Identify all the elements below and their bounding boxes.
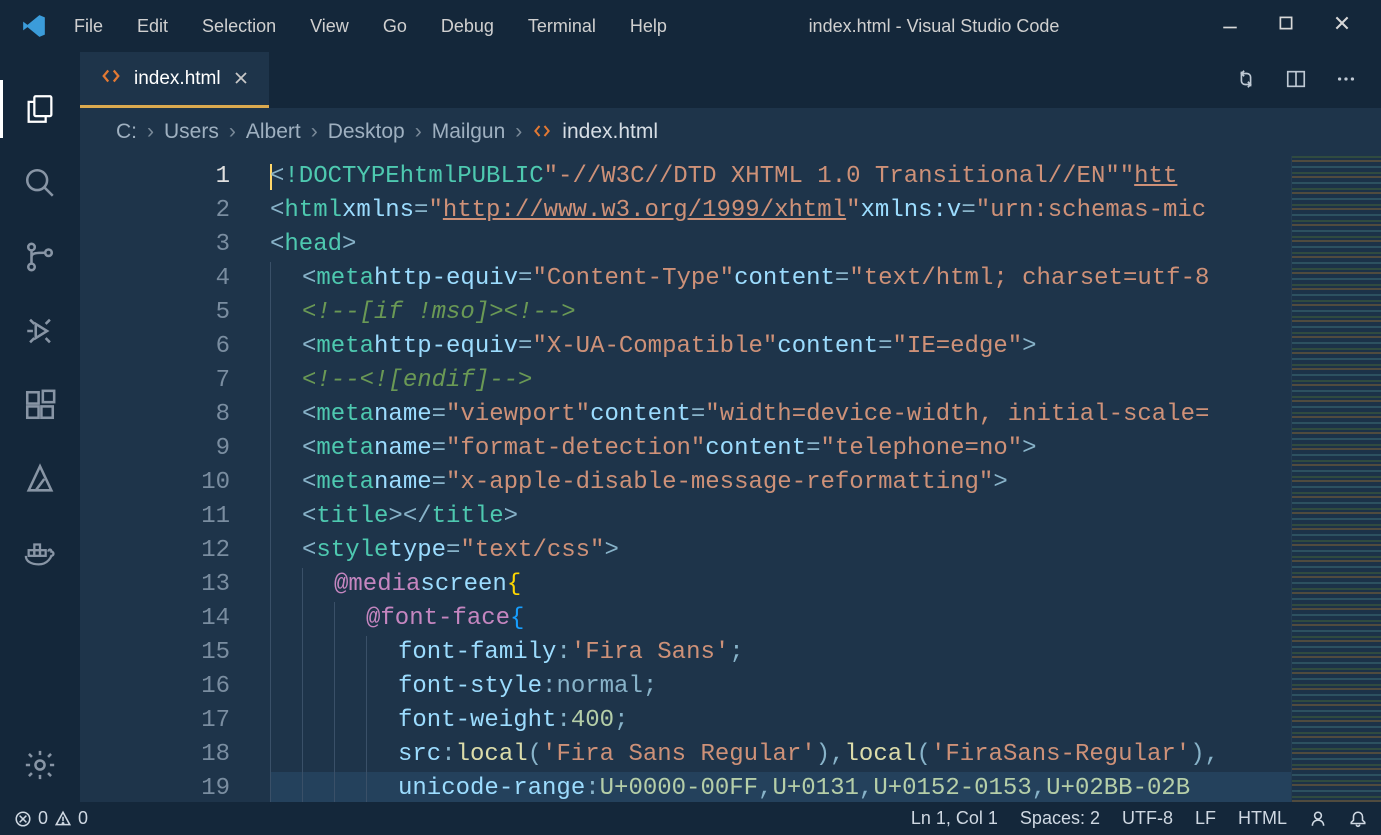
code-line[interactable]: <!--[if !mso]><!--> bbox=[270, 296, 1291, 330]
breadcrumb-segment[interactable]: Users bbox=[164, 120, 219, 144]
explorer-icon[interactable] bbox=[0, 72, 80, 146]
code-line[interactable]: <!DOCTYPE html PUBLIC "-//W3C//DTD XHTML… bbox=[270, 160, 1291, 194]
code-line[interactable]: @font-face { bbox=[270, 602, 1291, 636]
code-line[interactable]: <title></title> bbox=[270, 500, 1291, 534]
code-line[interactable]: font-family: 'Fira Sans'; bbox=[270, 636, 1291, 670]
chevron-right-icon: › bbox=[229, 120, 236, 144]
code-line[interactable]: <!--<![endif]--> bbox=[270, 364, 1291, 398]
menu-item-view[interactable]: View bbox=[310, 16, 349, 37]
code-line[interactable]: <meta name="x-apple-disable-message-refo… bbox=[270, 466, 1291, 500]
html-file-icon bbox=[100, 65, 122, 93]
line-number: 3 bbox=[80, 228, 230, 262]
split-editor-icon[interactable] bbox=[1285, 68, 1307, 93]
code-line[interactable]: font-style: normal; bbox=[270, 670, 1291, 704]
chevron-right-icon: › bbox=[147, 120, 154, 144]
line-number: 1 bbox=[80, 160, 230, 194]
menu-item-terminal[interactable]: Terminal bbox=[528, 16, 596, 37]
code-line[interactable]: <html xmlns="http://www.w3.org/1999/xhtm… bbox=[270, 194, 1291, 228]
maximize-button[interactable] bbox=[1277, 14, 1295, 38]
line-number: 13 bbox=[80, 568, 230, 602]
tab-label: index.html bbox=[134, 68, 221, 90]
source-control-icon[interactable] bbox=[0, 220, 80, 294]
line-number-gutter: 12345678910111213141516171819 bbox=[80, 156, 270, 802]
line-number: 2 bbox=[80, 194, 230, 228]
code-line[interactable]: <meta name="format-detection" content="t… bbox=[270, 432, 1291, 466]
encoding-status[interactable]: UTF-8 bbox=[1122, 808, 1173, 829]
chevron-right-icon: › bbox=[415, 120, 422, 144]
chevron-right-icon: › bbox=[311, 120, 318, 144]
code-line[interactable]: <meta http-equiv="Content-Type" content=… bbox=[270, 262, 1291, 296]
language-mode[interactable]: HTML bbox=[1238, 808, 1287, 829]
line-number: 12 bbox=[80, 534, 230, 568]
azure-icon[interactable] bbox=[0, 442, 80, 516]
docker-icon[interactable] bbox=[0, 516, 80, 590]
menu-item-go[interactable]: Go bbox=[383, 16, 407, 37]
line-number: 14 bbox=[80, 602, 230, 636]
chevron-right-icon: › bbox=[515, 120, 522, 144]
menu-item-debug[interactable]: Debug bbox=[441, 16, 494, 37]
title-bar: File Edit Selection View Go Debug Terminal Help… bbox=[0, 0, 1381, 52]
code-line[interactable]: <style type="text/css"> bbox=[270, 534, 1291, 568]
line-number: 4 bbox=[80, 262, 230, 296]
compare-changes-icon[interactable] bbox=[1235, 68, 1257, 93]
error-count: 0 bbox=[38, 808, 48, 829]
code-editor[interactable]: <!DOCTYPE html PUBLIC "-//W3C//DTD XHTML… bbox=[270, 156, 1291, 802]
line-number: 18 bbox=[80, 738, 230, 772]
code-line[interactable]: unicode-range: U+0000-00FF, U+0131, U+01… bbox=[270, 772, 1291, 802]
activity-bar bbox=[0, 52, 80, 802]
editor-area: index.html C: › Users › Albert › Desktop › Mailg… bbox=[80, 52, 1381, 802]
breadcrumb-file[interactable]: index.html bbox=[562, 120, 658, 144]
window-title: index.html - Visual Studio Code bbox=[667, 16, 1201, 37]
close-icon[interactable] bbox=[233, 66, 249, 92]
menu-item-file[interactable]: File bbox=[74, 16, 103, 37]
minimap[interactable] bbox=[1291, 156, 1381, 802]
code-line[interactable]: @media screen { bbox=[270, 568, 1291, 602]
line-number: 6 bbox=[80, 330, 230, 364]
problems-status[interactable]: 0 0 bbox=[14, 808, 88, 829]
feedback-icon[interactable] bbox=[1309, 810, 1327, 828]
line-number: 16 bbox=[80, 670, 230, 704]
line-number: 7 bbox=[80, 364, 230, 398]
code-line[interactable]: font-weight: 400; bbox=[270, 704, 1291, 738]
breadcrumb-segment[interactable]: Mailgun bbox=[432, 120, 506, 144]
vscode-logo-icon bbox=[0, 0, 68, 52]
close-button[interactable] bbox=[1333, 14, 1351, 38]
more-actions-icon[interactable] bbox=[1335, 68, 1357, 93]
breadcrumb-segment[interactable]: Desktop bbox=[328, 120, 405, 144]
menu-item-selection[interactable]: Selection bbox=[202, 16, 276, 37]
menu-item-edit[interactable]: Edit bbox=[137, 16, 168, 37]
line-number: 10 bbox=[80, 466, 230, 500]
line-number: 15 bbox=[80, 636, 230, 670]
line-number: 5 bbox=[80, 296, 230, 330]
debug-icon[interactable] bbox=[0, 294, 80, 368]
extensions-icon[interactable] bbox=[0, 368, 80, 442]
minimize-button[interactable] bbox=[1221, 14, 1239, 38]
line-number: 8 bbox=[80, 398, 230, 432]
window-controls bbox=[1201, 14, 1381, 38]
line-number: 19 bbox=[80, 772, 230, 806]
menu-item-help[interactable]: Help bbox=[630, 16, 667, 37]
breadcrumb-segment[interactable]: Albert bbox=[246, 120, 301, 144]
breadcrumbs[interactable]: C: › Users › Albert › Desktop › Mailgun › index.ht… bbox=[80, 108, 1381, 156]
code-line[interactable]: <meta http-equiv="X-UA-Compatible" conte… bbox=[270, 330, 1291, 364]
notifications-icon[interactable] bbox=[1349, 810, 1367, 828]
menu-bar: File Edit Selection View Go Debug Terminal Help bbox=[68, 16, 667, 37]
search-icon[interactable] bbox=[0, 146, 80, 220]
settings-gear-icon[interactable] bbox=[0, 728, 80, 802]
tab-bar: index.html bbox=[80, 52, 1381, 108]
warning-count: 0 bbox=[78, 808, 88, 829]
line-number: 11 bbox=[80, 500, 230, 534]
tab-index-html[interactable]: index.html bbox=[80, 52, 269, 108]
code-line[interactable]: <meta name="viewport" content="width=dev… bbox=[270, 398, 1291, 432]
cursor-position[interactable]: Ln 1, Col 1 bbox=[911, 808, 998, 829]
code-line[interactable]: <head> bbox=[270, 228, 1291, 262]
status-bar: 0 0 Ln 1, Col 1 Spaces: 2 UTF-8 LF HTML bbox=[0, 802, 1381, 835]
eol-status[interactable]: LF bbox=[1195, 808, 1216, 829]
html-file-icon bbox=[532, 120, 552, 144]
breadcrumb-segment[interactable]: C: bbox=[116, 120, 137, 144]
line-number: 9 bbox=[80, 432, 230, 466]
code-line[interactable]: src: local('Fira Sans Regular'), local('… bbox=[270, 738, 1291, 772]
indentation-status[interactable]: Spaces: 2 bbox=[1020, 808, 1100, 829]
line-number: 17 bbox=[80, 704, 230, 738]
